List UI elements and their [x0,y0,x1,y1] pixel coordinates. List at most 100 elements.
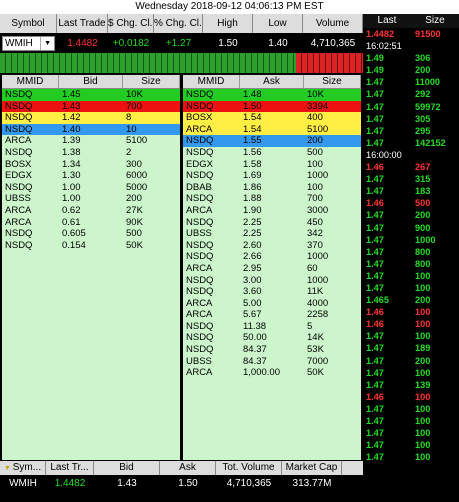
bid-cell-size: 5000 [126,181,148,193]
ask-row[interactable]: DBAB 1.86 100 [183,182,361,194]
ask-row[interactable]: NSDQ 2.66 1000 [183,251,361,263]
ask-book-header: MMID Ask Size [183,75,361,89]
ts-size: 139 [415,379,431,390]
footer-col-bid[interactable]: Bid [94,461,160,475]
footer-col-last[interactable]: Last Tr... [46,461,94,475]
bid-row[interactable]: EDGX 1.30 6000 [2,170,180,182]
ask-row[interactable]: NSDQ 2.60 370 [183,240,361,252]
ask-row[interactable]: NSDQ 3.60 11K [183,286,361,298]
ask-row[interactable]: UBSS 84.37 7000 [183,356,361,368]
bid-row[interactable]: BOSX 1.34 300 [2,159,180,171]
col-high[interactable]: High [203,14,253,33]
bid-row[interactable]: NSDQ 0.154 50K [2,240,180,252]
footer-header: ▼ Sym... Last Tr... Bid Ask Tot. Volume … [0,461,363,475]
footer-bid-value: 1.43 [117,478,137,489]
bid-row[interactable]: NSDQ 1.40 10 [2,123,180,136]
ts-size [411,149,459,161]
ts-size: 11000 [415,77,441,88]
ask-row[interactable]: NSDQ 1.88 700 [183,193,361,205]
ask-row[interactable]: NSDQ 11.38 5 [183,321,361,333]
bid-row[interactable]: UBSS 1.00 200 [2,193,180,205]
bid-cell-mmid: NSDQ [5,89,33,100]
ask-row[interactable]: ARCA 1.90 3000 [183,205,361,217]
ask-row[interactable]: ARCA 5.00 4000 [183,298,361,310]
ts-trade-row: 1.47 142152 [363,137,459,149]
ask-row[interactable]: EDGX 1.58 100 [183,159,361,171]
ts-size: 100 [415,331,431,342]
ask-col-size[interactable]: Size [304,75,361,88]
ask-row[interactable]: ARCA 2.95 60 [183,263,361,275]
bid-row[interactable]: NSDQ 1.43 700 [2,100,180,113]
footer-col-mktcap[interactable]: Market Cap [282,461,342,475]
ask-row[interactable]: NSDQ 3.00 1000 [183,275,361,287]
bid-col-size[interactable]: Size [123,75,180,88]
bid-row[interactable]: NSDQ 1.45 10K [2,89,180,101]
ask-row[interactable]: ARCA 1,000.00 50K [183,367,361,379]
bid-row[interactable]: ARCA 1.39 5100 [2,135,180,147]
bid-cell-mmid: EDGX [5,170,32,182]
ask-row[interactable]: NSDQ 1.55 200 [183,135,361,147]
ts-col-size[interactable]: Size [411,14,459,28]
footer-col-volume[interactable]: Tot. Volume [216,461,282,475]
ask-cell-size: 3000 [307,204,329,216]
col-last-trade[interactable]: Last Trade [57,14,108,33]
ask-cell-mmid: NSDQ [186,193,214,205]
ask-cell-size: 53K [307,344,324,356]
ts-rows: 1.4482 91500 16:02:51 1.49 306 1.49 200 1.47 110… [363,28,459,463]
ask-row[interactable]: NSDQ 1.69 1000 [183,170,361,182]
ts-price: 1.47 [366,101,384,112]
footer-col-sym[interactable]: ▼ Sym... [0,461,46,475]
ask-cell-size: 2258 [307,309,329,321]
ts-trade-row: 1.47 100 [363,403,459,415]
bid-col-mmid[interactable]: MMID [2,75,59,88]
ts-price: 1.47 [366,89,384,100]
ts-size: 200 [415,210,431,221]
footer-mktcap-value: 313.77M [292,478,332,489]
ask-row[interactable]: NSDQ 1.50 3394 [183,100,361,113]
bid-col-bid[interactable]: Bid [59,75,123,88]
ask-row[interactable]: NSDQ 2.25 450 [183,217,361,229]
ask-col-mmid[interactable]: MMID [183,75,240,88]
col-pct-chg[interactable]: % Chg. Cl... [154,14,203,33]
ts-price: 1.47 [366,210,384,221]
bid-row[interactable]: NSDQ 0.605 500 [2,228,180,240]
bid-row[interactable]: NSDQ 1.00 5000 [2,182,180,194]
ask-row[interactable]: ARCA 1.54 5100 [183,123,361,136]
ask-row[interactable]: ARCA 5.67 2258 [183,309,361,321]
ts-size [411,40,459,52]
chevron-down-icon[interactable]: ▼ [40,36,54,50]
bid-cell-price: 0.62 [62,204,81,216]
ask-row[interactable]: UBSS 2.25 342 [183,228,361,240]
ask-cell-price: 50.00 [243,332,267,344]
ask-cell-price: 1.48 [243,89,262,100]
col-symbol[interactable]: Symbol [0,14,57,33]
bid-row[interactable]: ARCA 0.62 27K [2,205,180,217]
ask-row[interactable]: NSDQ 1.56 500 [183,147,361,159]
footer-col-ask[interactable]: Ask [160,461,216,475]
bid-row[interactable]: NSDQ 1.38 2 [2,147,180,159]
ask-col-ask[interactable]: Ask [240,75,304,88]
ask-row[interactable]: NSDQ 50.00 14K [183,332,361,344]
symbol-select[interactable]: WMIH ▼ [0,35,57,51]
ts-size: 267 [415,162,431,173]
ask-row[interactable]: BOSX 1.54 400 [183,112,361,124]
ts-col-last[interactable]: Last [363,14,411,28]
ts-price: 1.46 [366,391,384,402]
ask-row[interactable]: NSDQ 84.37 53K [183,344,361,356]
col-volume[interactable]: Volume [303,14,363,33]
ts-size: 100 [415,319,431,330]
ask-row[interactable]: NSDQ 1.48 10K [183,89,361,101]
footer-row[interactable]: WMIH 1.4482 1.43 1.50 4,710,365 313.77M [0,475,363,492]
ts-time-marker: 16:02:51 [363,40,459,52]
bid-row[interactable]: ARCA 0.61 90K [2,217,180,229]
ts-size: 305 [415,113,431,124]
ts-trade-row: 1.47 100 [363,451,459,463]
bid-cell-price: 1.40 [62,123,81,135]
footer-ask-value: 1.50 [178,478,198,489]
col-low[interactable]: Low [253,14,303,33]
ts-size: 200 [415,295,431,306]
bid-row[interactable]: NSDQ 1.42 8 [2,112,180,124]
col-chg[interactable]: $ Chg. Cl... [108,14,154,33]
ask-cell-size: 60 [307,262,318,274]
ts-price: 1.47 [366,270,384,281]
